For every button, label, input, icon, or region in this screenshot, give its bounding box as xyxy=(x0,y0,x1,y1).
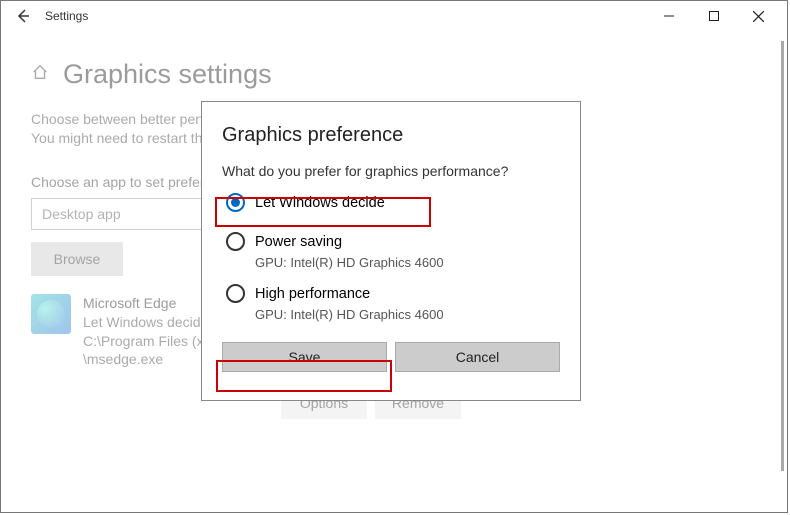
save-button[interactable]: Save xyxy=(222,342,387,372)
radio-power-saving[interactable]: Power saving xyxy=(222,228,560,255)
minimize-button[interactable] xyxy=(646,2,691,30)
radio-icon xyxy=(226,284,245,303)
radio-icon xyxy=(226,193,245,212)
title-bar: Settings xyxy=(1,1,787,31)
radio-detail-high-performance: GPU: Intel(R) HD Graphics 4600 xyxy=(255,307,560,322)
radio-label: High performance xyxy=(255,286,370,302)
settings-window: Settings Graphics settings Choose betwee… xyxy=(0,0,788,513)
page-heading: Graphics settings xyxy=(63,59,272,90)
back-button[interactable] xyxy=(7,1,39,31)
dialog-subtitle: What do you prefer for graphics performa… xyxy=(222,163,560,179)
edge-icon xyxy=(31,294,71,334)
radio-label: Power saving xyxy=(255,234,342,250)
close-button[interactable] xyxy=(736,2,781,30)
radio-icon xyxy=(226,232,245,251)
browse-button[interactable]: Browse xyxy=(31,242,123,276)
maximize-button[interactable] xyxy=(691,2,736,30)
window-title: Settings xyxy=(45,9,88,23)
radio-label: Let Windows decide xyxy=(255,195,385,211)
graphics-preference-dialog: Graphics preference What do you prefer f… xyxy=(201,101,581,401)
radio-high-performance[interactable]: High performance xyxy=(222,280,560,307)
radio-let-windows-decide[interactable]: Let Windows decide xyxy=(222,189,560,216)
scrollbar[interactable] xyxy=(781,41,784,471)
radio-detail-power-saving: GPU: Intel(R) HD Graphics 4600 xyxy=(255,255,560,270)
dialog-title: Graphics preference xyxy=(222,124,560,147)
cancel-button[interactable]: Cancel xyxy=(395,342,560,372)
home-icon[interactable] xyxy=(31,63,49,86)
